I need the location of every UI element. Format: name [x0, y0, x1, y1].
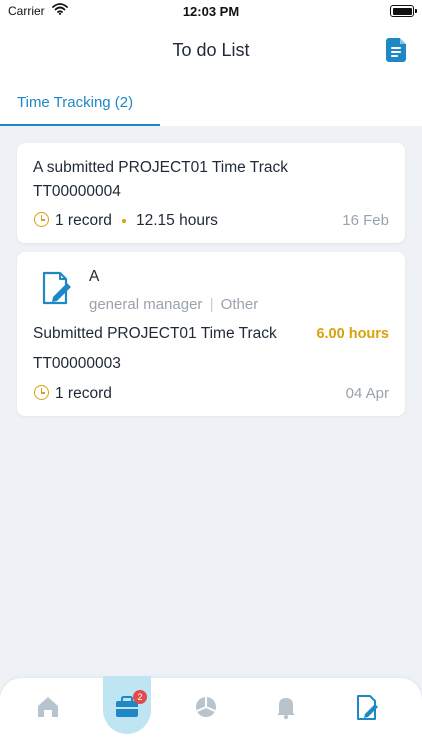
- card-date: 04 Apr: [345, 385, 389, 402]
- user-role-line: general manager | Other: [89, 296, 258, 313]
- header: To do List: [0, 22, 422, 78]
- tab-label: Time Tracking (2): [17, 94, 134, 111]
- briefcase-icon[interactable]: 2: [105, 678, 149, 738]
- record-count: 1 record: [55, 385, 112, 402]
- tab-indicator: [0, 124, 160, 126]
- hours-value: 6.00 hours: [316, 326, 389, 342]
- divider: |: [209, 296, 214, 313]
- status-bar: Carrier 12:03 PM: [0, 0, 422, 22]
- tab-bar: Time Tracking (2): [0, 78, 422, 126]
- home-icon[interactable]: [26, 678, 70, 738]
- page-title: To do List: [172, 40, 250, 60]
- edit-document-icon[interactable]: [346, 678, 390, 738]
- user-department: Other: [220, 296, 259, 313]
- hours-value: 12.15 hours: [136, 212, 218, 229]
- clock-time: 12:03 PM: [182, 4, 240, 19]
- card-code: TT00000004: [33, 183, 121, 200]
- clock-icon: [34, 385, 49, 400]
- bell-icon[interactable]: [264, 678, 308, 738]
- battery-icon: [390, 5, 417, 17]
- card-code: TT00000003: [33, 355, 121, 372]
- document-icon[interactable]: [386, 38, 406, 62]
- todo-card[interactable]: A general manager | Other Submitted PROJ…: [17, 252, 405, 416]
- card-title: Submitted PROJECT01 Time Track: [33, 325, 277, 342]
- pie-chart-icon[interactable]: [184, 678, 228, 738]
- user-name: A: [89, 268, 100, 285]
- tab-time-tracking[interactable]: Time Tracking (2): [0, 78, 160, 126]
- user-role: general manager: [89, 296, 203, 313]
- record-count: 1 record: [55, 212, 112, 229]
- bottom-nav: 2: [0, 676, 422, 750]
- card-title: A submitted PROJECT01 Time Track: [33, 159, 288, 176]
- separator-dot: [122, 219, 126, 223]
- notification-badge: 2: [133, 690, 147, 704]
- clock-icon: [34, 212, 49, 227]
- edit-document-icon: [39, 270, 73, 306]
- todo-card[interactable]: A submitted PROJECT01 Time Track TT00000…: [17, 143, 405, 243]
- card-date: 16 Feb: [342, 212, 389, 229]
